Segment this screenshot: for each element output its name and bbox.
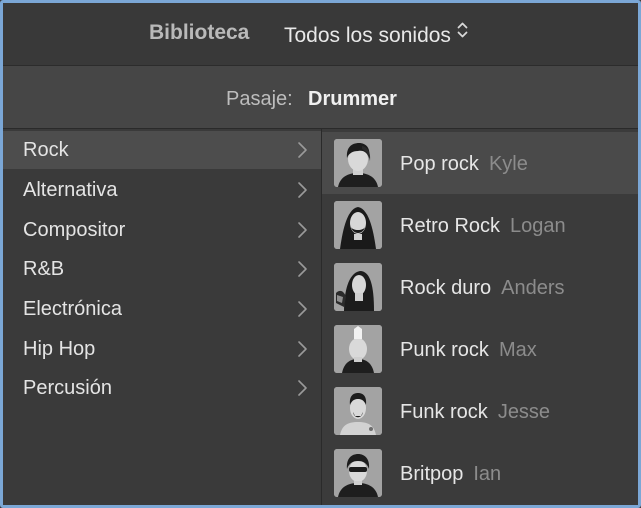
genre-label: Percusión (23, 377, 112, 399)
up-down-chevron-icon (457, 21, 468, 39)
drummer-avatar-max (334, 325, 382, 373)
sound-filter-value: Todos los sonidos (284, 24, 451, 47)
drummer-name: Kyle (488, 153, 528, 175)
drummer-name: Ian (473, 463, 502, 485)
genre-label: Compositor (23, 219, 126, 241)
drummer-style: Retro Rock Logan (400, 215, 566, 237)
chevron-right-icon (298, 380, 307, 396)
drummer-item-kyle[interactable]: Pop rock Kyle (322, 132, 638, 194)
drummer-style: Britpop Ian (400, 463, 502, 485)
library-header: Biblioteca Todos los sonidos (3, 3, 638, 66)
sound-filter-popup[interactable]: Todos los sonidos (284, 21, 468, 48)
genre-item-alternativa[interactable]: Alternativa (3, 171, 321, 209)
genre-label: Rock (23, 139, 69, 161)
genre-label: R&B (23, 258, 65, 280)
genre-label: Alternativa (23, 179, 118, 201)
genre-item-rnb[interactable]: R&B (3, 250, 321, 288)
chevron-right-icon (298, 222, 307, 238)
passage-bar: Pasaje: Drummer (3, 66, 638, 129)
drummer-list: Pop rock Kyle Retro Rock Logan Rock duro… (322, 129, 638, 505)
drummer-name: Anders (501, 277, 565, 299)
drummer-item-max[interactable]: Punk rock Max (322, 318, 638, 380)
chevron-right-icon (298, 142, 307, 158)
genre-item-percusion[interactable]: Percusión (3, 369, 321, 407)
genre-label: Electrónica (23, 298, 122, 320)
drummer-avatar-ian (334, 449, 382, 497)
genre-item-hip-hop[interactable]: Hip Hop (3, 330, 321, 368)
passage-value: Drummer (308, 88, 397, 110)
drummer-name: Logan (510, 215, 566, 237)
genre-list: Rock Alternativa Compositor R&B Electrón… (3, 129, 322, 505)
genre-item-electronica[interactable]: Electrónica (3, 290, 321, 328)
drummer-avatar-kyle (334, 139, 382, 187)
drummer-item-anders[interactable]: Rock duro Anders (322, 256, 638, 318)
drummer-style: Punk rock Max (400, 339, 537, 361)
library-panel: Biblioteca Todos los sonidos Pasaje: Dru… (0, 0, 641, 508)
drummer-name: Jesse (497, 401, 551, 423)
genre-item-compositor[interactable]: Compositor (3, 211, 321, 249)
chevron-right-icon (298, 182, 307, 198)
chevron-right-icon (298, 341, 307, 357)
passage-label: Pasaje: (226, 88, 293, 110)
drummer-item-ian[interactable]: Britpop Ian (322, 442, 638, 504)
drummer-item-logan[interactable]: Retro Rock Logan (322, 194, 638, 256)
drummer-style: Rock duro Anders (400, 277, 565, 299)
drummer-avatar-anders (334, 263, 382, 311)
drummer-avatar-jesse (334, 387, 382, 435)
chevron-right-icon (298, 301, 307, 317)
library-title: Biblioteca (149, 21, 250, 44)
drummer-name: Max (498, 339, 537, 361)
drummer-avatar-logan (334, 201, 382, 249)
chevron-right-icon (298, 261, 307, 277)
drummer-style: Funk rock Jesse (400, 401, 551, 423)
genre-item-rock[interactable]: Rock (3, 131, 321, 169)
genre-label: Hip Hop (23, 338, 96, 360)
drummer-style: Pop rock Kyle (400, 153, 528, 175)
drummer-item-jesse[interactable]: Funk rock Jesse (322, 380, 638, 442)
